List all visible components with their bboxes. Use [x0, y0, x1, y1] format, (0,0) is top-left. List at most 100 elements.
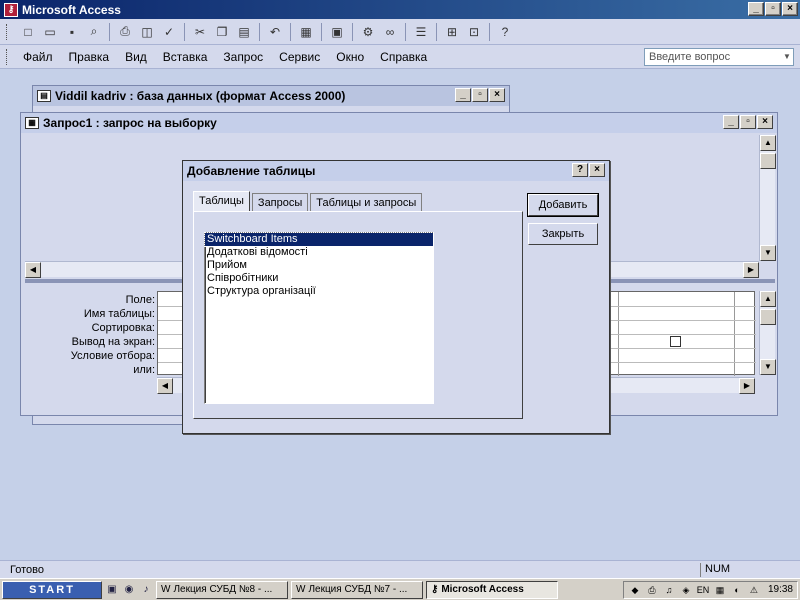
tab-panel: Switchboard Items Додаткові відомості Пр… [193, 211, 523, 419]
db-maximize-button[interactable]: ▫ [472, 88, 488, 102]
sound-icon[interactable]: ◐ [730, 583, 744, 597]
dialog-help-button[interactable]: ? [572, 163, 588, 177]
start-button[interactable]: START [2, 580, 102, 599]
row-label-show: Вывод на экран: [71, 336, 155, 348]
paste-icon[interactable]: ▤ [235, 23, 253, 41]
desktop-icon[interactable]: ▣ [105, 583, 119, 597]
scroll-right-icon[interactable]: ▶ [739, 378, 755, 394]
tab-tables-and-queries[interactable]: Таблицы и запросы [310, 193, 423, 211]
db-close-button[interactable]: × [489, 88, 505, 102]
copy-icon[interactable]: ❐ [213, 23, 231, 41]
scroll-left-icon[interactable]: ◀ [25, 262, 41, 278]
list-item[interactable]: Структура організації [205, 285, 433, 298]
menu-view[interactable]: Вид [117, 50, 155, 64]
scroll-thumb[interactable] [760, 153, 776, 169]
row-label-or: или: [133, 364, 155, 376]
query-maximize-button[interactable]: ▫ [740, 115, 756, 129]
access-key-icon: ⚷ [4, 2, 18, 17]
task-label: Лекция СУБД №7 - ... [308, 584, 408, 595]
cut-icon[interactable]: ✂ [191, 23, 209, 41]
explorer-icon[interactable]: ◉ [122, 583, 136, 597]
menu-edit[interactable]: Правка [61, 50, 118, 64]
row-label-sort: Сортировка: [91, 322, 155, 334]
ask-question-input[interactable]: Введите вопрос ▼ [644, 48, 794, 66]
clock[interactable]: 19:38 [764, 584, 793, 595]
search-icon[interactable]: ⌕ [85, 23, 103, 41]
task-button-access[interactable]: ⚷ Microsoft Access [426, 580, 558, 599]
open-icon[interactable]: ▭ [41, 23, 59, 41]
undo-icon[interactable]: ↶ [266, 23, 284, 41]
menu-file[interactable]: Файл [15, 50, 61, 64]
system-tray: ◆ ⎙ ♫ ◈ EN ▦ ◐ ⚠ 19:38 [622, 580, 798, 599]
dialog-title-bar[interactable]: Добавление таблицы ? × [183, 161, 609, 181]
shield-icon[interactable]: ◈ [679, 583, 693, 597]
spell-icon[interactable]: ✓ [160, 23, 178, 41]
row-label-criteria: Условие отбора: [70, 350, 155, 362]
app-restore-button[interactable]: ▫ [765, 2, 781, 16]
database-window-title-bar[interactable]: ▤ Viddil kadriv : база данных (формат Ac… [33, 86, 509, 106]
printer-icon[interactable]: ⎙ [645, 583, 659, 597]
build-icon[interactable]: ⚙ [359, 23, 377, 41]
app-close-button[interactable]: × [782, 2, 798, 16]
save-icon[interactable]: ▪ [63, 23, 81, 41]
task-button-lecture-8[interactable]: W Лекция СУБД №8 - ... [156, 580, 288, 599]
close-button[interactable]: Закрыть [528, 223, 598, 245]
scroll-thumb[interactable] [760, 309, 776, 325]
status-text: Готово [10, 563, 44, 576]
chevron-down-icon[interactable]: ▼ [781, 49, 793, 65]
properties-icon[interactable]: ☰ [412, 23, 430, 41]
app-minimize-button[interactable]: _ [748, 2, 764, 16]
grid-vertical-scrollbar[interactable]: ▲ ▼ [759, 291, 776, 375]
add-button[interactable]: Добавить [527, 193, 599, 217]
db-minimize-button[interactable]: _ [455, 88, 471, 102]
dialog-title: Добавление таблицы [187, 164, 316, 178]
menu-insert[interactable]: Вставка [155, 50, 216, 64]
query-close-button[interactable]: × [757, 115, 773, 129]
menu-window[interactable]: Окно [328, 50, 372, 64]
volume-icon[interactable]: ♫ [662, 583, 676, 597]
dialog-close-button[interactable]: × [589, 163, 605, 177]
security-icon[interactable]: ⚠ [747, 583, 761, 597]
preview-icon[interactable]: ◫ [138, 23, 156, 41]
table-pane-vertical-scrollbar[interactable]: ▲ ▼ [759, 135, 776, 261]
toolbar-grip[interactable] [6, 23, 9, 40]
access-key-icon: ⚷ [431, 584, 439, 595]
keyboard-icon[interactable]: ▦ [713, 583, 727, 597]
tab-tables[interactable]: Таблицы [193, 191, 250, 211]
query-type-icon[interactable]: ▦ [297, 23, 315, 41]
media-icon[interactable]: ♪ [139, 583, 153, 597]
scroll-right-icon[interactable]: ▶ [743, 262, 759, 278]
dialog-tabs: Таблицы Запросы Таблицы и запросы [193, 191, 424, 211]
help-icon[interactable]: ? [496, 23, 514, 41]
database-window-icon[interactable]: ⊞ [443, 23, 461, 41]
network-icon[interactable]: ◆ [628, 583, 642, 597]
show-checkbox[interactable] [670, 336, 681, 347]
tab-queries[interactable]: Запросы [251, 193, 309, 211]
list-item[interactable]: Додаткові відомості [205, 246, 433, 259]
table-list[interactable]: Switchboard Items Додаткові відомості Пр… [204, 232, 434, 404]
language-indicator[interactable]: EN [696, 583, 710, 597]
scroll-down-icon[interactable]: ▼ [760, 245, 776, 261]
menubar-grip[interactable] [6, 48, 9, 65]
menu-tools[interactable]: Сервис [271, 50, 328, 64]
query-icon: ▦ [25, 117, 39, 129]
query-minimize-button[interactable]: _ [723, 115, 739, 129]
menu-query[interactable]: Запрос [215, 50, 271, 64]
new-icon[interactable]: □ [19, 23, 37, 41]
print-icon[interactable]: ⎙ [116, 23, 134, 41]
task-button-lecture-7[interactable]: W Лекция СУБД №7 - ... [291, 580, 423, 599]
list-item[interactable]: Співробітники [205, 272, 433, 285]
scroll-left-icon[interactable]: ◀ [157, 378, 173, 394]
scroll-up-icon[interactable]: ▲ [760, 291, 776, 307]
status-bar: Готово NUM [0, 560, 800, 578]
relationships-icon[interactable]: ∞ [381, 23, 399, 41]
list-item[interactable]: Прийом [205, 259, 433, 272]
design-grid-row-labels: Поле: Имя таблицы: Сортировка: Вывод на … [25, 293, 155, 377]
new-object-icon[interactable]: ⊡ [465, 23, 483, 41]
menu-help[interactable]: Справка [372, 50, 435, 64]
list-item[interactable]: Switchboard Items [204, 232, 434, 247]
show-table-icon[interactable]: ▣ [328, 23, 346, 41]
scroll-up-icon[interactable]: ▲ [760, 135, 776, 151]
scroll-down-icon[interactable]: ▼ [760, 359, 776, 375]
query-window-title-bar[interactable]: ▦ Запрос1 : запрос на выборку _ ▫ × [21, 113, 777, 133]
